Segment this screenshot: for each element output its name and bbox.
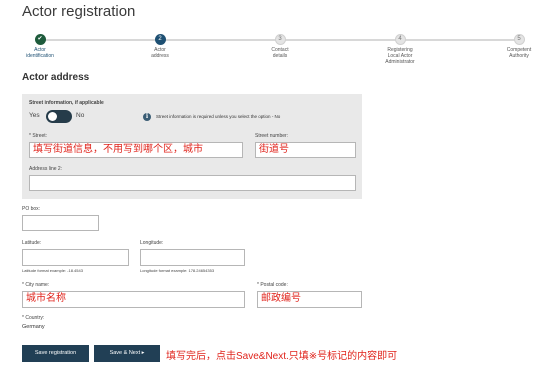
longitude-input[interactable] <box>140 249 245 266</box>
street-number-input[interactable]: 街道号 <box>255 142 356 158</box>
info-icon: i <box>143 113 151 121</box>
step-actor-identification[interactable]: ✔ Actor identification <box>5 32 75 59</box>
latitude-hint: Latitude format example: -18.4543 <box>22 268 83 273</box>
toggle-knob <box>48 112 57 121</box>
save-registration-button[interactable]: Save registration <box>22 345 89 362</box>
step-competent-authority[interactable]: 5 Competent Authority <box>484 32 554 59</box>
street-info-panel: Street information, if applicable Yes No… <box>22 94 362 199</box>
step-contact-details[interactable]: 3 Contact details <box>245 32 315 59</box>
toggle-no-label: No <box>76 112 85 119</box>
step-label: Actor address <box>151 47 169 59</box>
step-number: 3 <box>274 34 286 45</box>
step-number: 4 <box>394 34 406 45</box>
latitude-label: Latitude: <box>22 240 42 246</box>
step-label: Actor identification <box>26 47 54 59</box>
step-number: 2 <box>154 34 166 45</box>
longitude-hint: Longitude format example: 178.24654353 <box>140 268 215 273</box>
latitude-input[interactable] <box>22 249 129 266</box>
postal-code-input[interactable]: 邮政编号 <box>257 291 362 308</box>
po-box-label: PO box: <box>22 206 41 212</box>
step-registering-lar[interactable]: 4 Registering Local Actor Administrator <box>365 32 435 65</box>
annotation-note: 填写完后，点击Save&Next.只填※号标记的内容即可 <box>166 351 398 362</box>
step-number: 5 <box>513 34 525 45</box>
street-label: * Street: <box>29 133 48 139</box>
street-input[interactable]: 填写街道信息，不用写到哪个区，城市 <box>29 142 243 158</box>
step-label: Registering Local Actor Administrator <box>385 47 415 65</box>
longitude-label: Longitude: <box>140 240 164 246</box>
save-next-button[interactable]: Save & Next ▸ <box>94 345 160 362</box>
country-value: Germany <box>22 324 45 330</box>
step-actor-address[interactable]: 2 Actor address <box>125 32 195 59</box>
street-info-hint: Street information is required unless yo… <box>156 114 281 119</box>
city-input[interactable]: 城市名称 <box>22 291 245 308</box>
country-label: * Country: <box>22 315 45 321</box>
street-info-heading: Street information, if applicable <box>29 100 104 106</box>
step-label: Contact details <box>271 47 289 59</box>
street-info-toggle[interactable] <box>46 110 72 123</box>
step-label: Competent Authority <box>506 47 532 59</box>
address-line2-input[interactable] <box>29 175 356 191</box>
city-label: * City name: <box>22 282 50 288</box>
page-title: Actor registration <box>22 3 136 20</box>
toggle-yes-label: Yes <box>29 112 40 119</box>
address-line2-label: Address line 2: <box>29 166 63 172</box>
postal-code-label: * Postal code: <box>257 282 288 288</box>
street-number-label: Street number: <box>255 133 289 139</box>
section-title: Actor address <box>22 72 90 83</box>
po-box-input[interactable] <box>22 215 99 231</box>
progress-stepper: ✔ Actor identification 2 Actor address 3… <box>0 32 554 72</box>
check-icon: ✔ <box>34 34 46 45</box>
